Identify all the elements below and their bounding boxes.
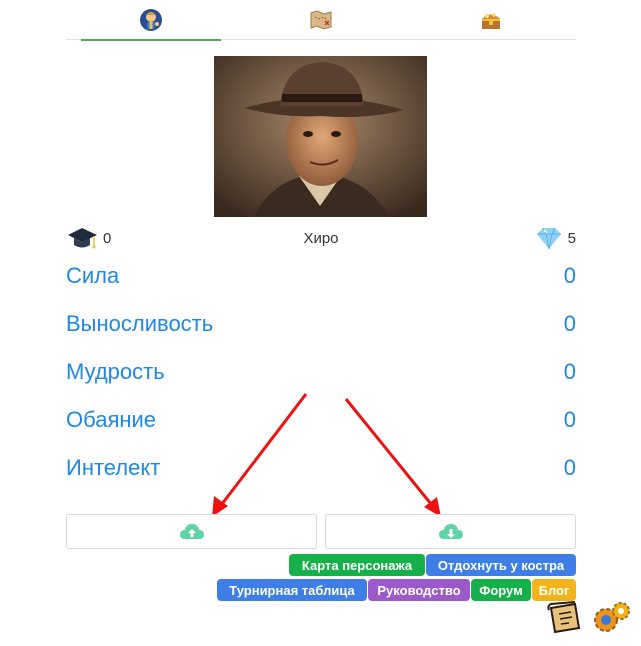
diamond-icon	[536, 227, 561, 250]
gems-value: 5	[567, 229, 576, 247]
stat-value: 0	[563, 263, 576, 288]
stat-value: 0	[563, 311, 576, 336]
vault-boy-icon	[140, 9, 162, 31]
character-meta: 0 Хиро 5	[66, 224, 576, 252]
stat-value: 0	[563, 407, 576, 432]
stat-wisdom: Мудрость 0	[66, 356, 576, 388]
download-button[interactable]	[325, 514, 576, 549]
stat-label: Мудрость	[66, 359, 165, 384]
stat-charisma: Обаяние 0	[66, 404, 576, 436]
stat-label: Обаяние	[66, 407, 157, 432]
stat-intellect: Интелект 0	[66, 452, 576, 484]
character-map-link[interactable]: Карта персонажа	[289, 554, 425, 576]
tab-map[interactable]	[236, 0, 406, 40]
stat-value: 0	[563, 359, 576, 384]
stat-label: Сила	[66, 263, 120, 288]
tournament-table-link[interactable]: Турнирная таблица	[217, 579, 367, 601]
stat-label: Выносливость	[66, 311, 214, 336]
treasure-chest-icon	[482, 13, 500, 29]
character-name: Хиро	[303, 230, 339, 247]
tab-character[interactable]	[66, 0, 236, 41]
gems-counter: 5	[534, 224, 576, 252]
stat-endurance: Выносливость 0	[66, 308, 576, 340]
character-portrait	[214, 56, 427, 217]
tab-bar	[66, 0, 576, 41]
stat-label: Интелект	[66, 455, 161, 480]
gears-icon[interactable]	[590, 600, 632, 638]
stat-value: 0	[563, 455, 576, 480]
forum-link[interactable]: Форум	[471, 579, 531, 601]
tab-chest[interactable]	[406, 0, 576, 40]
upload-button[interactable]	[66, 514, 317, 549]
blog-link[interactable]: Блог	[532, 579, 576, 601]
cloud-download-icon	[438, 523, 463, 539]
cloud-upload-icon	[179, 523, 204, 539]
guide-link[interactable]: Руководство	[368, 579, 470, 601]
scroll-icon[interactable]	[545, 600, 585, 636]
rest-at-campfire-link[interactable]: Отдохнуть у костра	[426, 554, 576, 576]
treasure-map-icon	[310, 10, 332, 30]
stat-strength: Сила 0	[66, 260, 576, 292]
